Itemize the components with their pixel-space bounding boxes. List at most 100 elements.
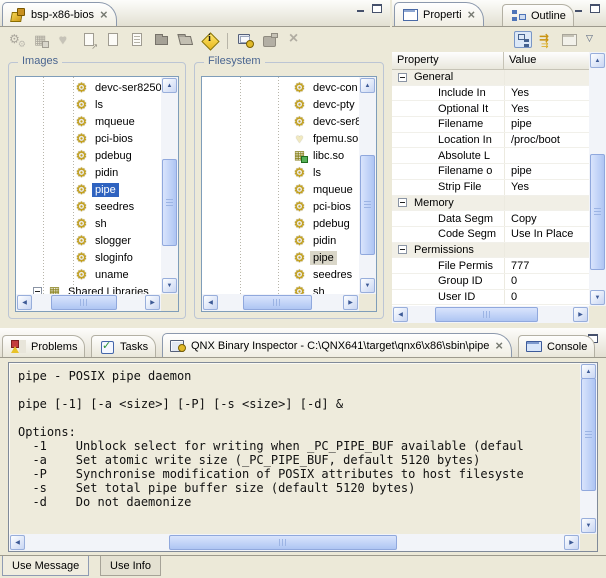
scroll-up-icon[interactable]: ▲ <box>581 364 596 379</box>
property-row[interactable]: Location In/proc/boot <box>392 133 589 149</box>
tree-item[interactable]: ⚙pdebug <box>16 147 161 164</box>
property-row[interactable]: General <box>392 70 589 86</box>
property-row[interactable]: Code SegmUse In Place <box>392 227 589 243</box>
tree-item[interactable]: ⚙pidin <box>16 164 161 181</box>
sync-icon[interactable] <box>537 31 555 48</box>
scroll-up-icon[interactable]: ▲ <box>590 53 605 68</box>
property-row[interactable]: File Permis777 <box>392 258 589 274</box>
property-row[interactable]: Include InYes <box>392 86 589 102</box>
scroll-thumb[interactable] <box>435 307 537 322</box>
tab-use-message[interactable]: Use Message <box>2 556 89 576</box>
minimize-icon[interactable] <box>574 4 584 13</box>
dump-icon[interactable] <box>261 32 278 49</box>
usage-text[interactable]: pipe - POSIX pipe daemon pipe [-1] [-a <… <box>10 364 579 533</box>
property-row[interactable]: User ID0 <box>392 290 589 306</box>
column-value[interactable]: Value <box>504 52 541 69</box>
scroll-down-icon[interactable]: ▼ <box>581 518 596 533</box>
scroll-thumb[interactable] <box>581 378 596 491</box>
horizontal-scrollbar[interactable]: ◀▶ <box>392 306 589 323</box>
minimize-icon[interactable] <box>356 4 366 13</box>
grid-icon[interactable] <box>33 32 50 49</box>
tree-item[interactable]: ▦Shared Libraries <box>16 283 161 294</box>
property-row[interactable]: Group ID0 <box>392 274 589 290</box>
tree-item[interactable]: ⚙mqueue <box>16 113 161 130</box>
scroll-thumb[interactable] <box>360 155 375 255</box>
scroll-right-icon[interactable]: ▶ <box>343 295 358 310</box>
tree-item[interactable]: ▦libc.so <box>202 147 359 164</box>
property-row[interactable]: Strip FileYes <box>392 180 589 196</box>
tree-item[interactable]: ⚙pdebug <box>202 215 359 232</box>
gears-icon[interactable] <box>9 32 26 49</box>
expander-icon[interactable] <box>398 198 407 207</box>
scroll-down-icon[interactable]: ▼ <box>360 278 375 293</box>
info-icon[interactable] <box>201 32 218 49</box>
tree-item[interactable]: ⚙sh <box>16 215 161 232</box>
vertical-scrollbar[interactable]: ▲▼ <box>589 52 606 306</box>
tab-inspector[interactable]: QNX Binary Inspector - C:\QNX641\target\… <box>162 333 512 357</box>
tree-item[interactable]: ⚙sh <box>202 283 359 294</box>
tree-item[interactable]: ⚙pidin <box>202 232 359 249</box>
tree-item[interactable]: ⚙pci-bios <box>202 198 359 215</box>
scroll-left-icon[interactable]: ◀ <box>393 307 408 322</box>
inspector-icon[interactable] <box>237 32 254 49</box>
maximize-icon[interactable] <box>590 4 600 13</box>
scroll-up-icon[interactable]: ▲ <box>162 78 177 93</box>
scroll-thumb[interactable] <box>243 295 312 310</box>
heart-icon[interactable] <box>57 32 74 49</box>
tree-item[interactable]: ⚙devc-ser8250 <box>202 113 359 130</box>
tree-item[interactable]: ⚙ls <box>16 96 161 113</box>
vertical-scrollbar[interactable]: ▲▼ <box>359 77 376 294</box>
scroll-down-icon[interactable]: ▼ <box>590 290 605 305</box>
tree-item[interactable]: ⚙sloginfo <box>16 249 161 266</box>
text-file-icon[interactable] <box>129 32 146 49</box>
expander-icon[interactable] <box>398 245 407 254</box>
scroll-right-icon[interactable]: ▶ <box>145 295 160 310</box>
tree-item[interactable]: ⚙seedres <box>16 198 161 215</box>
editor-tab-bsp[interactable]: bsp-x86-bios × <box>2 2 117 26</box>
property-row[interactable]: Absolute L <box>392 148 589 164</box>
tree-item[interactable]: ⚙mqueue <box>202 181 359 198</box>
copy-file-icon[interactable] <box>81 32 98 49</box>
scroll-up-icon[interactable]: ▲ <box>360 78 375 93</box>
horizontal-scrollbar[interactable]: ◀▶ <box>16 294 161 311</box>
horizontal-scrollbar[interactable]: ◀▶ <box>202 294 359 311</box>
scroll-left-icon[interactable]: ◀ <box>17 295 32 310</box>
property-row[interactable]: Permissions <box>392 243 589 259</box>
tree-item[interactable]: ⚙pipe <box>202 249 359 266</box>
tree-item[interactable]: ⚙devc-ser8250 <box>16 79 161 96</box>
tree-item[interactable]: ⚙seedres <box>202 266 359 283</box>
expander-icon[interactable] <box>33 287 42 294</box>
tab-problems[interactable]: Problems <box>2 335 85 357</box>
tab-outline[interactable]: Outline <box>502 4 574 26</box>
tree-item[interactable]: ⚙devc-pty <box>202 96 359 113</box>
close-icon[interactable]: × <box>494 340 504 351</box>
scroll-thumb[interactable] <box>51 295 118 310</box>
vertical-scrollbar[interactable]: ▲▼ <box>580 363 597 534</box>
tree-item[interactable]: ⚙devc-con <box>202 79 359 96</box>
scroll-right-icon[interactable]: ▶ <box>573 307 588 322</box>
restore-table-icon[interactable] <box>560 31 578 48</box>
tree-item[interactable]: ⚙uname <box>16 266 161 283</box>
maximize-icon[interactable] <box>372 4 382 13</box>
scroll-right-icon[interactable]: ▶ <box>564 535 579 550</box>
scroll-left-icon[interactable]: ◀ <box>203 295 218 310</box>
tree-mode-icon[interactable] <box>514 31 532 48</box>
property-row[interactable]: Filename opipe <box>392 164 589 180</box>
horizontal-scrollbar[interactable]: ◀▶ <box>9 534 580 551</box>
new-file-icon[interactable] <box>105 32 122 49</box>
close-icon[interactable]: × <box>467 9 477 20</box>
expander-icon[interactable] <box>398 73 407 82</box>
scroll-thumb[interactable] <box>590 154 605 271</box>
property-row[interactable]: Memory <box>392 196 589 212</box>
close-icon[interactable]: × <box>99 9 109 20</box>
tree-item[interactable]: ⚙pipe <box>16 181 161 198</box>
tab-tasks[interactable]: Tasks <box>91 335 156 357</box>
vertical-scrollbar[interactable]: ▲▼ <box>161 77 178 294</box>
tree-item[interactable]: ♥fpemu.so.2 <box>202 130 359 147</box>
view-menu-icon[interactable] <box>583 31 601 48</box>
property-row[interactable]: Filenamepipe <box>392 117 589 133</box>
property-row[interactable]: Optional ItYes <box>392 101 589 117</box>
scroll-down-icon[interactable]: ▼ <box>162 278 177 293</box>
column-property[interactable]: Property <box>392 52 504 69</box>
scroll-thumb[interactable] <box>169 535 397 550</box>
